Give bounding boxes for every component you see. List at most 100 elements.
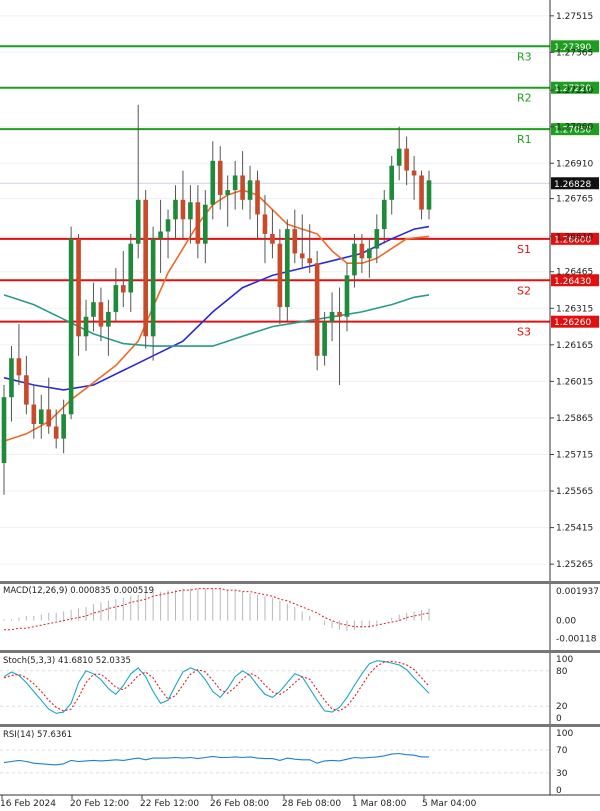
time-axis: 16 Feb 2024 20 Feb 12:00 22 Feb 12:00 26 Fe… bbox=[0, 795, 477, 809]
candle-body bbox=[322, 321, 327, 356]
candle-body bbox=[150, 238, 156, 337]
candle-body bbox=[143, 199, 148, 337]
price-tick-label: 1.25565 bbox=[556, 487, 593, 497]
rsi-title: RSI(14) 57.6361 bbox=[3, 730, 72, 740]
stoch-line bbox=[3, 660, 430, 714]
rsi-tick-label: 100 bbox=[556, 729, 573, 739]
candle-body bbox=[404, 148, 409, 171]
stoch-title: Stoch(5,3,3) 41.6810 52.0335 bbox=[3, 656, 131, 666]
candle-body bbox=[16, 358, 22, 376]
time-tick-label: 22 Feb 12:00 bbox=[140, 799, 199, 809]
price-tick-label: 1.25865 bbox=[556, 414, 593, 424]
pivot-levels: R31.27390R21.27220R11.27050S11.26600S21.… bbox=[0, 40, 599, 339]
candle-body bbox=[188, 202, 193, 220]
price-tick-label: 1.25265 bbox=[556, 560, 593, 570]
candle-body bbox=[389, 165, 395, 200]
candle-body bbox=[381, 199, 387, 230]
candle-body bbox=[83, 316, 89, 337]
candle-body bbox=[91, 302, 96, 317]
price-tick-label: 1.26465 bbox=[556, 268, 593, 278]
price-tick-label: 1.27365 bbox=[556, 48, 593, 58]
price-chart[interactable]: R31.27390R21.27220R11.27050S11.26600S21.… bbox=[0, 0, 600, 811]
price-tick-label: 1.25415 bbox=[556, 524, 593, 534]
candle-body bbox=[344, 275, 350, 317]
candle-body bbox=[1, 397, 7, 464]
level-name-s1: S1 bbox=[517, 243, 531, 256]
macd-panel: MACD(12,26,9) 0.000835 0.000519 0.001937 0… bbox=[3, 586, 599, 645]
level-price-label: 1.26430 bbox=[554, 277, 591, 287]
candle-body bbox=[98, 302, 104, 327]
candle-body bbox=[61, 414, 66, 439]
candle-body bbox=[217, 160, 223, 195]
candle-body bbox=[225, 190, 230, 195]
candle-body bbox=[195, 202, 201, 244]
candle-body bbox=[210, 160, 216, 205]
candle-body bbox=[337, 311, 342, 317]
candle-body bbox=[411, 170, 417, 176]
level-name-s2: S2 bbox=[517, 284, 531, 297]
time-tick-label: 1 Mar 08:00 bbox=[352, 799, 407, 809]
level-name-r3: R3 bbox=[517, 50, 532, 63]
candle-body bbox=[270, 233, 275, 244]
macd-tick-label: -0.00118 bbox=[556, 635, 597, 645]
candle-body bbox=[352, 243, 357, 276]
candle-body bbox=[106, 311, 111, 327]
macd-tick-label: 0.001937 bbox=[556, 587, 599, 597]
rsi-line bbox=[3, 752, 429, 766]
candle-body bbox=[203, 204, 208, 244]
level-name-s3: S3 bbox=[517, 326, 531, 339]
time-tick-label: 16 Feb 2024 bbox=[0, 799, 56, 809]
moving-average-line bbox=[3, 294, 430, 347]
macd-title: MACD(12,26,9) 0.000835 0.000519 bbox=[3, 586, 154, 596]
time-tick-label: 28 Feb 08:00 bbox=[282, 799, 341, 809]
candle-body bbox=[240, 175, 245, 200]
candle-body bbox=[262, 214, 268, 234]
time-tick-label: 26 Feb 08:00 bbox=[210, 799, 269, 809]
rsi-tick-label: 30 bbox=[556, 769, 568, 779]
candle-body bbox=[31, 404, 37, 425]
candle-body bbox=[120, 285, 126, 293]
candle-body bbox=[367, 248, 372, 259]
macd-tick-label: 0.00 bbox=[556, 617, 576, 627]
moving-averages bbox=[3, 189, 430, 442]
candle-body bbox=[396, 148, 402, 166]
level-name-r1: R1 bbox=[517, 133, 532, 146]
last-price-label: 1.26828 bbox=[554, 180, 591, 190]
price-tick-label: 1.26315 bbox=[556, 304, 593, 314]
grid-lines bbox=[0, 15, 550, 565]
candle-body bbox=[9, 358, 14, 398]
candle-body bbox=[158, 231, 163, 239]
candle-body bbox=[46, 409, 52, 427]
candle-body bbox=[38, 409, 44, 425]
stoch-tick-label: 0 bbox=[556, 714, 562, 724]
candle-body bbox=[24, 375, 29, 405]
price-axis: 1.27515 1.27365 1.27210 1.27060 1.26910 1.267… bbox=[550, 12, 593, 570]
candle-body bbox=[255, 180, 260, 215]
panel-separator bbox=[0, 581, 600, 584]
moving-average-line bbox=[3, 189, 430, 442]
candle-body bbox=[232, 175, 238, 191]
price-tick-label: 1.26910 bbox=[556, 159, 593, 169]
stoch-tick-label: 80 bbox=[556, 667, 568, 677]
candle-body bbox=[426, 180, 432, 210]
price-tick-label: 1.26015 bbox=[556, 377, 593, 387]
level-price-label: 1.26260 bbox=[554, 318, 591, 328]
price-tick-label: 1.25715 bbox=[556, 450, 593, 460]
time-tick-label: 20 Feb 12:00 bbox=[70, 799, 129, 809]
price-tick-label: 1.27210 bbox=[556, 86, 593, 96]
candle-body bbox=[180, 199, 186, 220]
panel-separator bbox=[0, 724, 600, 727]
price-tick-label: 1.27060 bbox=[556, 123, 593, 133]
candle-body bbox=[292, 229, 298, 254]
stoch-tick-label: 100 bbox=[556, 655, 573, 665]
candle-body bbox=[277, 243, 283, 308]
candle-body bbox=[135, 199, 141, 244]
price-tick-label: 1.26765 bbox=[556, 195, 593, 205]
level-name-r2: R2 bbox=[517, 92, 532, 105]
panel-separator bbox=[0, 650, 600, 653]
candle-body bbox=[53, 426, 59, 439]
candle-body bbox=[314, 263, 320, 356]
candle-body bbox=[173, 199, 178, 220]
candle-body bbox=[359, 243, 365, 259]
stoch-panel: Stoch(5,3,3) 41.6810 52.0335 100 80 20 0 bbox=[0, 655, 573, 724]
